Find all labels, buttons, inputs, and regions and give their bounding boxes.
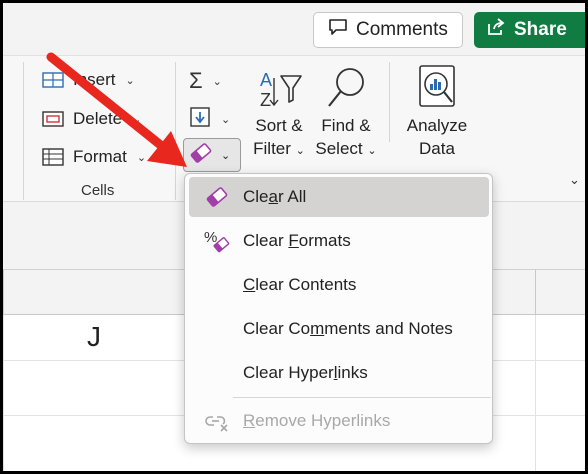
menu-item-remove-hyperlinks: Remove Hyperlinks <box>189 401 489 441</box>
menu-item-clear-formats[interactable]: % Clear Formats <box>189 221 489 261</box>
clear-dropdown-menu: Clear All % Clear Formats Clear Contents… <box>184 173 493 444</box>
title-bar: Comments Share <box>3 3 585 55</box>
svg-text:%: % <box>204 229 217 246</box>
menu-item-clear-contents[interactable]: Clear Contents <box>189 265 489 305</box>
menu-item-clear-comments-notes[interactable]: Clear Comments and Notes <box>189 309 489 349</box>
insert-cells-button[interactable]: Insert ⌄ <box>41 69 135 91</box>
svg-text:A: A <box>260 70 272 90</box>
column-divider <box>3 270 4 316</box>
insert-cells-icon <box>41 69 67 91</box>
blank-icon <box>197 353 237 393</box>
share-label: Share <box>514 19 567 40</box>
ribbon-divider <box>389 62 390 142</box>
share-icon <box>486 17 506 43</box>
menu-item-label: Clear All <box>243 187 307 206</box>
insert-label: Insert <box>73 70 116 89</box>
delete-label: Delete <box>73 109 123 128</box>
magnifier-icon <box>313 64 379 114</box>
comment-icon <box>328 18 348 42</box>
fill-button[interactable]: ⌄ <box>189 106 230 133</box>
sort-filter-button[interactable]: AZ Sort & Filter ⌄ <box>249 64 309 163</box>
grid-col-line <box>3 315 4 471</box>
chevron-down-icon: ⌄ <box>136 151 147 164</box>
analyze-data-button[interactable]: Analyze Data <box>401 64 473 160</box>
ribbon-divider <box>175 62 176 200</box>
menu-item-label: Clear Formats <box>243 231 351 250</box>
eraser-icon <box>189 142 213 169</box>
delete-cells-icon <box>41 108 67 130</box>
analyze-data-icon <box>401 64 473 114</box>
format-label: Format <box>73 147 127 166</box>
column-header-j[interactable]: J <box>87 321 101 353</box>
chevron-down-icon: ⌄ <box>295 145 305 157</box>
chevron-down-icon: ⌄ <box>221 114 231 126</box>
chevron-down-icon: ⌄ <box>125 74 135 87</box>
menu-item-label: Remove Hyperlinks <box>243 411 391 430</box>
blank-icon <box>197 309 237 349</box>
autosum-button[interactable]: Σ ⌄ <box>189 68 222 94</box>
comments-label: Comments <box>356 19 448 40</box>
menu-item-label: Clear Contents <box>243 275 357 294</box>
menu-item-clear-all[interactable]: Clear All <box>189 177 489 217</box>
sort-filter-icon: AZ <box>249 64 309 114</box>
format-cells-icon <box>41 146 67 168</box>
analyze-data-line2: Data <box>419 139 455 158</box>
menu-item-label: Clear Hyperlinks <box>243 363 368 382</box>
comments-button[interactable]: Comments <box>313 12 463 48</box>
sort-filter-line1: Sort & <box>255 116 303 135</box>
menu-item-clear-hyperlinks[interactable]: Clear Hyperlinks <box>189 353 489 393</box>
blank-icon <box>197 265 237 305</box>
menu-separator <box>233 397 491 398</box>
clear-formats-icon: % <box>197 221 237 261</box>
chevron-down-icon: ⌄ <box>132 113 142 126</box>
ribbon-expand-icon[interactable]: ⌄ <box>569 172 580 188</box>
svg-text:Z: Z <box>260 90 271 110</box>
format-cells-button[interactable]: Format ⌄ <box>41 146 146 168</box>
sigma-icon: Σ <box>189 68 203 93</box>
menu-item-label: Clear Comments and Notes <box>243 319 453 338</box>
delete-cells-button[interactable]: Delete ⌄ <box>41 108 141 130</box>
grid-col-line <box>535 315 536 471</box>
eraser-icon <box>197 177 237 217</box>
analyze-data-line1: Analyze <box>406 116 468 135</box>
column-divider <box>535 270 536 316</box>
chevron-down-icon: ⌄ <box>212 75 222 88</box>
sort-filter-line2: Filter <box>253 139 291 158</box>
chevron-down-icon: ⌄ <box>221 149 231 162</box>
excel-window: Comments Share Insert ⌄ Delete ⌄ Format … <box>3 3 585 471</box>
chevron-down-icon: ⌄ <box>367 145 377 157</box>
clear-button[interactable]: ⌄ <box>183 138 241 172</box>
find-select-line1: Find & <box>321 116 371 135</box>
cells-group-label: Cells <box>81 182 115 199</box>
share-button[interactable]: Share <box>474 12 585 48</box>
ribbon-divider <box>23 62 24 200</box>
fill-down-icon <box>189 106 211 133</box>
remove-link-icon <box>197 401 237 441</box>
find-select-button[interactable]: Find & Select ⌄ <box>313 64 379 163</box>
find-select-line2: Select <box>315 139 363 158</box>
